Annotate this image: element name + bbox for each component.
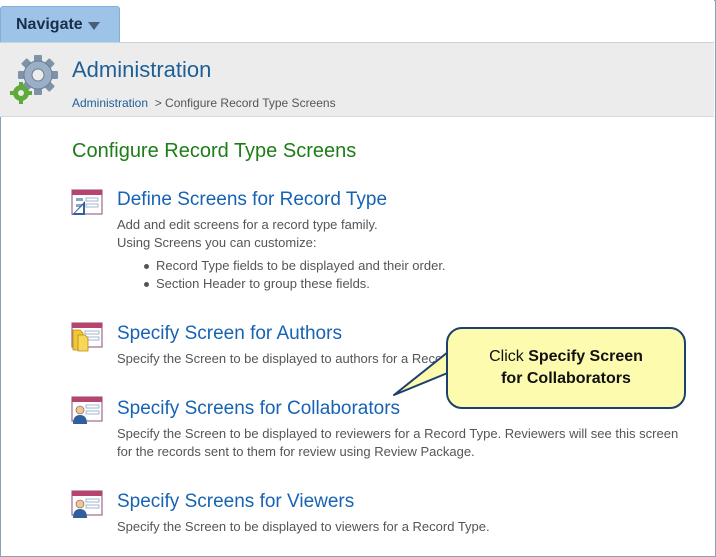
define-screens-link[interactable]: Define Screens for Record Type: [117, 189, 387, 211]
list-item: Section Header to group these fields.: [140, 275, 446, 293]
breadcrumb-current: > Configure Record Type Screens: [154, 96, 336, 110]
specify-authors-link[interactable]: Specify Screen for Authors: [117, 323, 342, 345]
chevron-down-icon: [87, 21, 100, 30]
screen-form-icon: [71, 189, 103, 217]
navigate-label: Navigate: [16, 15, 83, 33]
specify-collaborators-link[interactable]: Specify Screens for Collaborators: [117, 398, 400, 420]
callout-bold-1: Specify Screen: [528, 348, 643, 365]
authors-icon: [71, 322, 103, 352]
callout-bold-2: for Collaborators: [501, 370, 631, 387]
breadcrumb-link-administration[interactable]: Administration: [72, 96, 148, 110]
instruction-callout: Click Specify Screen for Collaborators: [446, 327, 686, 409]
callout-seam: [448, 352, 472, 376]
navigate-menu-button[interactable]: Navigate: [0, 6, 120, 42]
collaborator-icon: [71, 396, 103, 424]
gear-icon: [10, 53, 62, 105]
top-nav-bar: Navigate: [0, 0, 714, 43]
admin-header: Administration Administration > Configur…: [0, 43, 714, 117]
specify-collaborators-desc-1: Specify the Screen to be displayed to re…: [117, 426, 679, 441]
list-item: Record Type fields to be displayed and t…: [140, 257, 446, 275]
specify-collaborators-desc-2: for the records sent to them for review …: [117, 444, 475, 459]
breadcrumb: Administration > Configure Record Type S…: [72, 96, 336, 110]
viewer-icon: [71, 490, 103, 518]
define-screens-desc-1: Add and edit screens for a record type f…: [117, 217, 378, 232]
specify-viewers-desc: Specify the Screen to be displayed to vi…: [117, 519, 490, 534]
admin-title: Administration: [72, 57, 212, 82]
page-title: Configure Record Type Screens: [72, 140, 357, 162]
define-screens-bullets: Record Type fields to be displayed and t…: [140, 257, 446, 293]
define-screens-desc-2: Using Screens you can customize:: [117, 235, 317, 250]
specify-viewers-link[interactable]: Specify Screens for Viewers: [117, 491, 354, 513]
callout-prefix: Click: [489, 348, 529, 365]
